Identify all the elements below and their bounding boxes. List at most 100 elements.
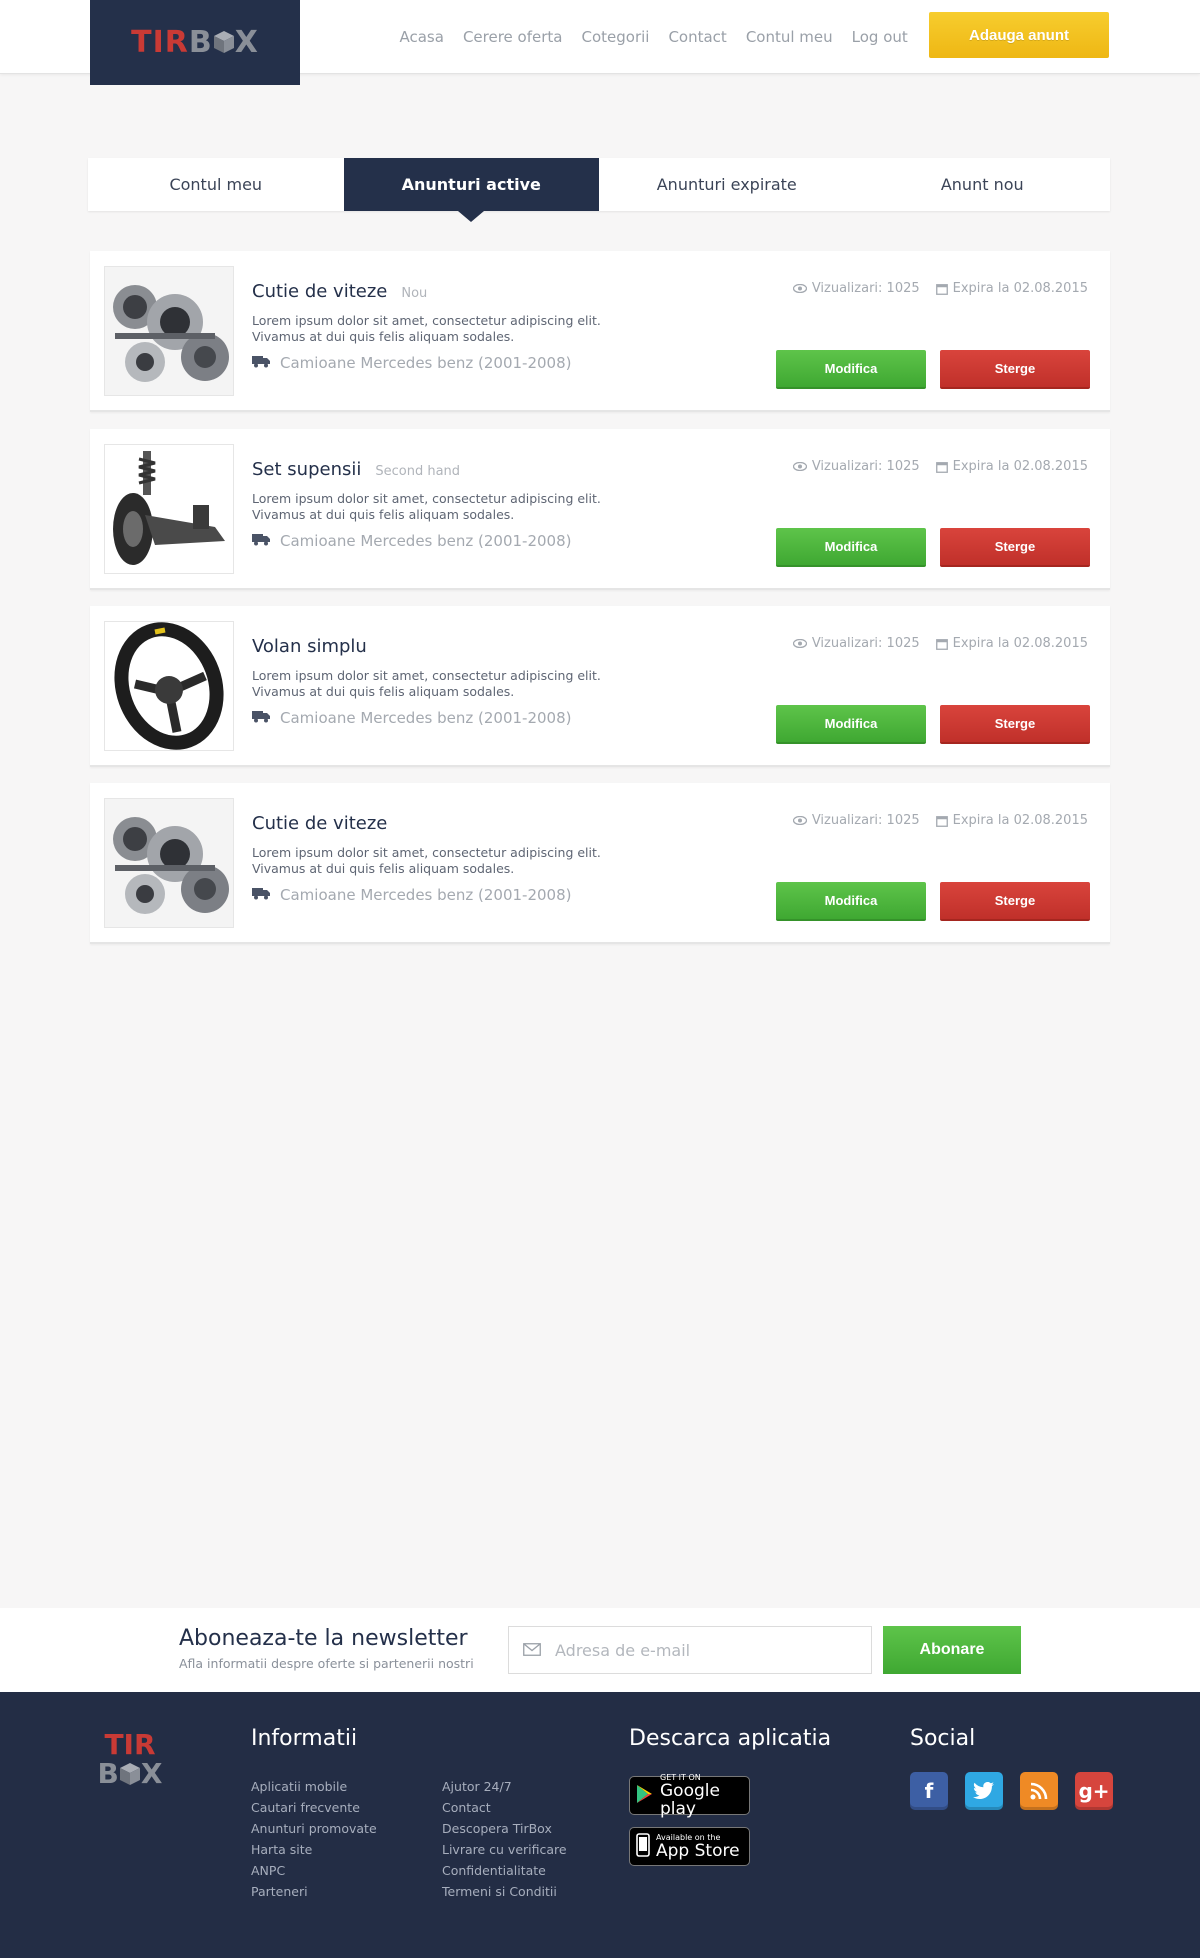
edit-button[interactable]: Modifica bbox=[776, 705, 926, 744]
footer-app-title: Descarca aplicatia bbox=[629, 1726, 832, 1751]
edit-button[interactable]: Modifica bbox=[776, 350, 926, 389]
rss-icon[interactable] bbox=[1020, 1772, 1058, 1810]
listing-description-line1: Lorem ipsum dolor sit amet, consectetur … bbox=[252, 313, 601, 328]
listing-card: Cutie de viteze Lorem ipsum dolor sit am… bbox=[90, 783, 1110, 944]
eye-icon bbox=[792, 462, 807, 471]
steering-wheel-image[interactable] bbox=[104, 621, 234, 751]
listing-category: Camioane Mercedes benz (2001-2008) bbox=[252, 354, 572, 372]
app-store-badge[interactable]: Available on the App Store bbox=[629, 1827, 750, 1866]
listing-description-line2: Vivamus at dui quis felis aliquam sodale… bbox=[252, 507, 515, 522]
edit-button[interactable]: Modifica bbox=[776, 528, 926, 567]
expiry-date: Expira la 02.08.2015 bbox=[952, 636, 1088, 651]
truck-icon bbox=[252, 709, 270, 727]
nav-contact[interactable]: Contact bbox=[659, 28, 736, 46]
footer-link[interactable]: Confidentialitate bbox=[442, 1860, 567, 1881]
delete-button[interactable]: Sterge bbox=[940, 350, 1090, 389]
expiry-date: Expira la 02.08.2015 bbox=[952, 813, 1088, 828]
add-listing-button[interactable]: Adauga anunt bbox=[929, 12, 1109, 58]
iphone-icon bbox=[636, 1832, 650, 1861]
edit-button[interactable]: Modifica bbox=[776, 882, 926, 921]
listing-title[interactable]: Cutie de viteze bbox=[252, 813, 387, 834]
listing-category: Camioane Mercedes benz (2001-2008) bbox=[252, 709, 572, 727]
gearbox-image[interactable] bbox=[104, 798, 234, 928]
tab-anunturi-expirate[interactable]: Anunturi expirate bbox=[599, 158, 855, 211]
footer-link[interactable]: Ajutor 24/7 bbox=[442, 1776, 567, 1797]
eye-icon bbox=[792, 639, 807, 648]
listing-title-row: Volan simplu bbox=[252, 636, 367, 657]
delete-button[interactable]: Sterge bbox=[940, 882, 1090, 921]
footer-link[interactable]: Aplicatii mobile bbox=[251, 1776, 377, 1797]
listing-description: Lorem ipsum dolor sit amet, consectetur … bbox=[252, 491, 612, 523]
tab-anunturi-active[interactable]: Anunturi active bbox=[343, 158, 599, 222]
cube-icon bbox=[119, 1757, 141, 1790]
footer-link[interactable]: Parteneri bbox=[251, 1881, 377, 1902]
footer-link[interactable]: Termeni si Conditii bbox=[442, 1881, 567, 1902]
site-footer: TIR BX Informatii Aplicatii mobile Cauta… bbox=[0, 1692, 1200, 1958]
expiry-date: Expira la 02.08.2015 bbox=[952, 459, 1088, 474]
listing-meta: Vizualizari: 1025 Expira la 02.08.2015 bbox=[792, 281, 1088, 296]
nav-contul-meu[interactable]: Contul meu bbox=[736, 28, 842, 46]
newsletter-bar: Aboneaza-te la newsletter Afla informati… bbox=[0, 1608, 1200, 1692]
nav-log-out[interactable]: Log out bbox=[842, 28, 917, 46]
nav-cerere-oferta[interactable]: Cerere oferta bbox=[453, 28, 572, 46]
envelope-icon bbox=[523, 1641, 541, 1660]
listing-description-line1: Lorem ipsum dolor sit amet, consectetur … bbox=[252, 491, 601, 506]
newsletter-subtitle: Afla informatii despre oferte si partene… bbox=[179, 1656, 474, 1671]
listing-description-line2: Vivamus at dui quis felis aliquam sodale… bbox=[252, 329, 515, 344]
listing-description-line1: Lorem ipsum dolor sit amet, consectetur … bbox=[252, 668, 601, 683]
gearbox-image[interactable] bbox=[104, 266, 234, 396]
email-placeholder: Adresa de e-mail bbox=[555, 1640, 691, 1660]
footer-logo-x: X bbox=[140, 1757, 163, 1790]
views-count: Vizualizari: 1025 bbox=[811, 281, 920, 296]
subscribe-button[interactable]: Abonare bbox=[883, 1626, 1021, 1674]
listing-description: Lorem ipsum dolor sit amet, consectetur … bbox=[252, 845, 612, 877]
listing-description-line2: Vivamus at dui quis felis aliquam sodale… bbox=[252, 861, 515, 876]
delete-button[interactable]: Sterge bbox=[940, 705, 1090, 744]
email-field[interactable]: Adresa de e-mail bbox=[508, 1626, 872, 1674]
footer-link[interactable]: Livrare cu verificare bbox=[442, 1839, 567, 1860]
calendar-icon bbox=[935, 638, 948, 650]
google-play-badge[interactable]: GET IT ON Google play bbox=[629, 1773, 750, 1818]
tab-anunt-nou[interactable]: Anunt nou bbox=[855, 158, 1111, 211]
footer-link[interactable]: Anunturi promovate bbox=[251, 1818, 377, 1839]
nav-categorii[interactable]: Cotegorii bbox=[572, 28, 659, 46]
listing-title[interactable]: Set supensii bbox=[252, 459, 361, 480]
condition-badge: Nou bbox=[401, 286, 428, 301]
footer-social-title: Social bbox=[910, 1726, 976, 1751]
category-text: Camioane Mercedes benz (2001-2008) bbox=[280, 886, 572, 904]
listing-title[interactable]: Cutie de viteze bbox=[252, 281, 387, 302]
footer-links-col2: Ajutor 24/7 Contact Descopera TirBox Liv… bbox=[442, 1776, 567, 1902]
condition-badge: Second hand bbox=[375, 464, 461, 479]
listing-title[interactable]: Volan simplu bbox=[252, 636, 367, 657]
footer-link[interactable]: Descopera TirBox bbox=[442, 1818, 567, 1839]
account-tabs: Contul meu Anunturi active Anunturi expi… bbox=[88, 158, 1111, 222]
delete-button[interactable]: Sterge bbox=[940, 528, 1090, 567]
listing-meta: Vizualizari: 1025 Expira la 02.08.2015 bbox=[792, 813, 1088, 828]
google-plus-icon[interactable]: g+ bbox=[1075, 1772, 1113, 1810]
listing-title-row: Set supensii Second hand bbox=[252, 459, 460, 480]
nav-acasa[interactable]: Acasa bbox=[390, 28, 453, 46]
facebook-icon[interactable]: f bbox=[910, 1772, 948, 1810]
cube-icon bbox=[213, 25, 235, 60]
footer-logo[interactable]: TIR BX bbox=[88, 1730, 172, 1788]
footer-link[interactable]: Harta site bbox=[251, 1839, 377, 1860]
social-icons: f g+ bbox=[910, 1772, 1113, 1810]
suspension-image[interactable] bbox=[104, 444, 234, 574]
logo-box-b: B bbox=[188, 25, 213, 60]
calendar-icon bbox=[935, 461, 948, 473]
views-count: Vizualizari: 1025 bbox=[811, 459, 920, 474]
footer-link[interactable]: ANPC bbox=[251, 1860, 377, 1881]
category-text: Camioane Mercedes benz (2001-2008) bbox=[280, 532, 572, 550]
footer-links-col1: Aplicatii mobile Cautari frecvente Anunt… bbox=[251, 1776, 377, 1902]
views-count: Vizualizari: 1025 bbox=[811, 636, 920, 651]
footer-link[interactable]: Cautari frecvente bbox=[251, 1797, 377, 1818]
expiry-date: Expira la 02.08.2015 bbox=[952, 281, 1088, 296]
site-logo[interactable]: TIRB X bbox=[90, 0, 300, 85]
twitter-icon[interactable] bbox=[965, 1772, 1003, 1810]
calendar-icon bbox=[935, 815, 948, 827]
truck-icon bbox=[252, 532, 270, 550]
listing-meta: Vizualizari: 1025 Expira la 02.08.2015 bbox=[792, 459, 1088, 474]
tab-contul-meu[interactable]: Contul meu bbox=[88, 158, 344, 211]
footer-link[interactable]: Contact bbox=[442, 1797, 567, 1818]
truck-icon bbox=[252, 886, 270, 904]
